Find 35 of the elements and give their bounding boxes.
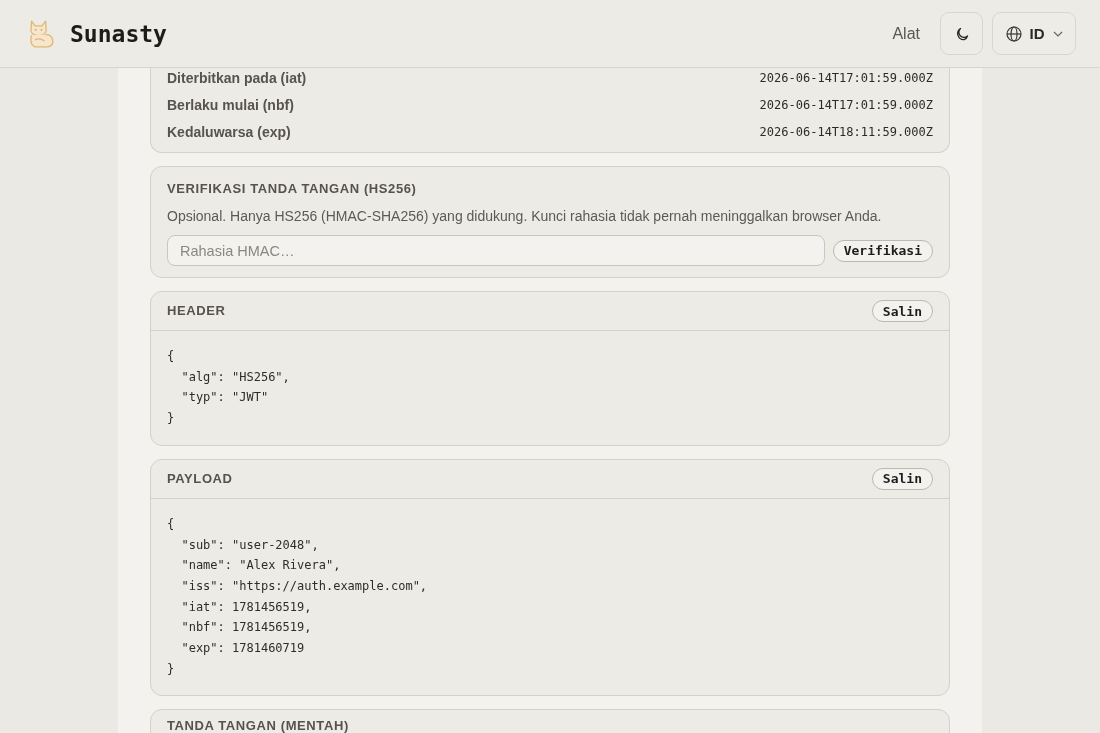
moon-icon xyxy=(954,26,969,41)
verify-button[interactable]: Verifikasi xyxy=(832,239,933,262)
code-line: "typ": "JWT" xyxy=(180,389,270,407)
brand-name: Sunasty xyxy=(70,20,167,47)
description-text: Opsional. Hanya HS256 (HMAC-SHA256) yang didukung. Kunci rahasia tidak pernah meninggalkan browser Anda. xyxy=(167,207,883,225)
tools-link[interactable]: Alat xyxy=(892,24,920,43)
claim-label: Diterbitkan pada (iat) xyxy=(167,69,307,88)
card-title: VERIFIKASI TANDA TANGAN (HS256) xyxy=(167,180,418,198)
cat-logo-icon xyxy=(29,19,54,48)
claim-label: Berlaku mulai (nbf) xyxy=(167,96,294,115)
code-line: "sub": "user-2048", xyxy=(180,536,320,554)
copy-button[interactable]: Salin xyxy=(871,300,933,322)
code-line: { xyxy=(167,348,176,365)
card-title: TANDA TANGAN (MENTAH) xyxy=(167,719,349,733)
code-line: "iat": 1781456519, xyxy=(180,598,313,616)
globe-icon xyxy=(1005,25,1022,42)
theme-toggle-button[interactable] xyxy=(940,12,983,55)
code-line: "alg": "HS256", xyxy=(180,368,291,386)
code-line: } xyxy=(167,660,176,678)
claim-value: 2026-06-14T17:01:59.000Z xyxy=(759,70,933,87)
code-line: "iss": "https://auth.example.com", xyxy=(180,577,429,595)
copy-button[interactable]: Salin xyxy=(871,467,933,490)
language-button[interactable]: ID xyxy=(992,12,1076,55)
claim-label: Kedaluwarsa (exp) xyxy=(167,123,291,142)
code-line: { xyxy=(167,515,176,533)
code-line: "nbf": 1781456519, xyxy=(180,619,313,637)
claim-value: 2026-06-14T18:11:59.000Z xyxy=(759,124,933,141)
code-line: "name": "Alex Rivera", xyxy=(180,557,342,575)
chevron-down-icon xyxy=(1052,30,1063,37)
secret-input-field[interactable]: Rahasia HMAC… xyxy=(167,235,825,266)
code-line: } xyxy=(167,410,176,428)
claim-value: 2026-06-14T17:01:59.000Z xyxy=(759,97,933,114)
card-title: PAYLOAD xyxy=(167,469,233,488)
code-line: "exp": 1781460719 xyxy=(180,640,306,658)
card-title: HEADER xyxy=(167,302,226,320)
